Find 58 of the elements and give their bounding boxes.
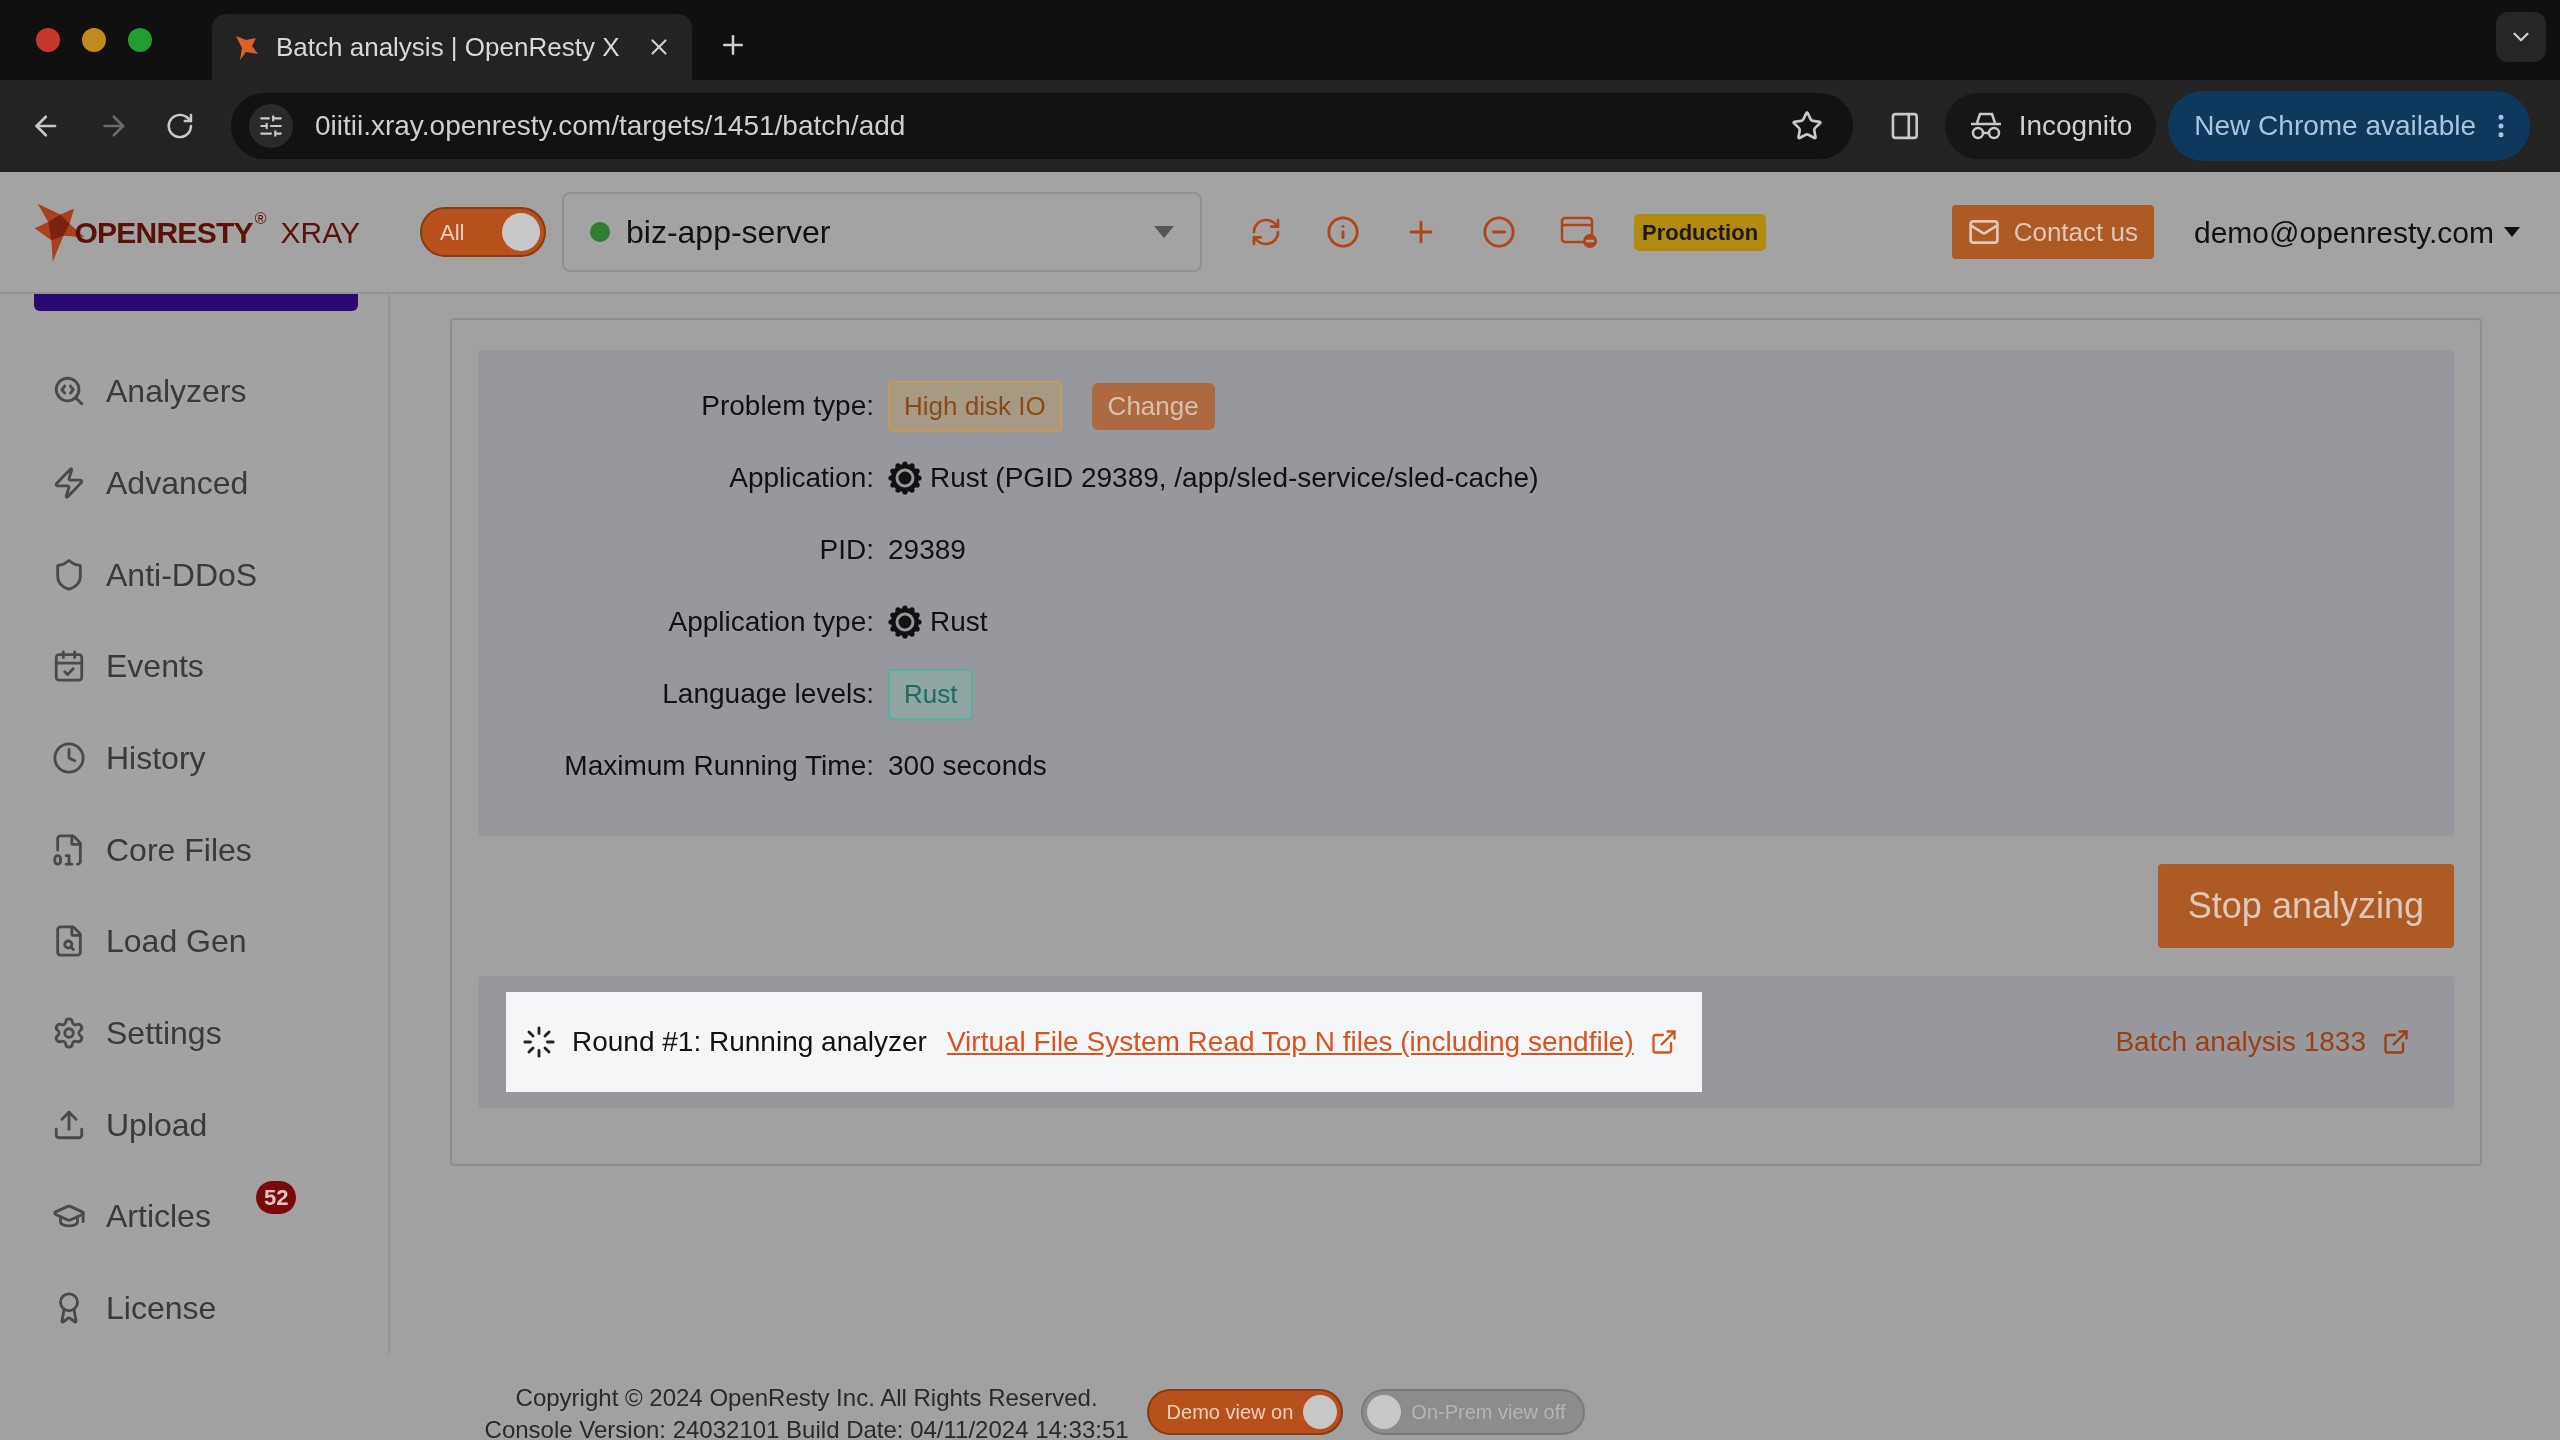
server-select[interactable]: biz-app-server	[562, 192, 1202, 272]
bookmark-star-icon[interactable]	[1791, 110, 1824, 142]
problem-type-tag: High disk IO	[888, 380, 1062, 432]
detail-value: Rust (PGID 29389, /app/sled-service/sled-cache)	[930, 461, 1539, 495]
cog-icon	[888, 461, 922, 495]
openresty-xray-logo[interactable]: OPENRESTY® XRAY	[30, 187, 360, 277]
update-chrome-button[interactable]: New Chrome available	[2168, 91, 2530, 161]
language-tag: Rust	[888, 668, 974, 720]
view-toggle[interactable]: Demo view on	[1146, 1389, 1344, 1435]
sidebar-item[interactable]: Core Files	[34, 803, 334, 896]
sidebar-item[interactable]: Advanced	[34, 437, 334, 529]
sidebar-item[interactable]: Anti-DDoS	[34, 528, 334, 621]
sidebar-item[interactable]: Settings	[34, 987, 334, 1079]
incognito-icon	[1968, 111, 2003, 141]
detail-label: Maximum Running Time:	[563, 749, 875, 783]
sidebar-item[interactable]: License	[34, 1262, 334, 1354]
contact-button[interactable]: Contact us	[1951, 205, 2154, 259]
user-menu[interactable]: demo@openresty.com	[2193, 209, 2520, 255]
detail-label: PID:	[818, 533, 875, 567]
bolt-icon	[52, 465, 86, 500]
detail-value: Rust	[930, 605, 988, 639]
caret-icon	[2504, 227, 2520, 237]
detail-label: Problem type:	[700, 389, 875, 423]
tab-list-button[interactable]	[2496, 12, 2546, 62]
stop-analyzing-button[interactable]: Stop analyzing	[2157, 864, 2454, 948]
batch-analysis-link[interactable]: Batch analysis 1833	[2115, 1021, 2366, 1063]
reload-icon[interactable]	[165, 111, 195, 141]
calendar-icon	[52, 649, 86, 684]
version-text: Console Version: 24032101 Build Date: 04/11/2024 14:33:51	[484, 1416, 1129, 1440]
detail-label: Language levels:	[661, 677, 875, 711]
incognito-chip[interactable]: Incognito	[1944, 93, 2157, 159]
round-status: Round #1: Running analyzer	[572, 1025, 927, 1059]
change-button[interactable]: Change	[1091, 382, 1215, 430]
detail-label: Application:	[728, 461, 875, 495]
sidebar-item[interactable]: Analyzers	[34, 345, 334, 438]
detail-label: Application type:	[667, 605, 875, 639]
copyright-text: Copyright © 2024 OpenResty Inc. All Rights Reserved.	[515, 1383, 1098, 1413]
clock-icon	[52, 740, 86, 775]
site-settings-icon[interactable]	[257, 113, 284, 139]
sidebar-item[interactable]: Upload	[34, 1078, 334, 1171]
environment-badge: Production	[1634, 213, 1767, 251]
caret-icon	[1154, 226, 1174, 238]
settings-icon	[52, 1016, 86, 1051]
sidebar-item[interactable]: Load Gen	[34, 895, 334, 988]
analyzer-link[interactable]: Virtual File System Read Top N files (including sendfile)	[946, 1021, 1634, 1063]
sidebar-item[interactable]: History	[34, 712, 334, 804]
spinner-icon	[522, 1025, 556, 1059]
browser-tab[interactable]: Batch analysis | OpenResty X	[212, 14, 692, 80]
address-bar[interactable]: 0iitii.xray.openresty.com/targets/1451/batch/add	[230, 93, 1854, 159]
cog-icon	[888, 605, 922, 639]
side-panel-icon[interactable]	[1889, 110, 1921, 142]
detail-value: 29389	[888, 533, 966, 567]
sidebar-item[interactable]: Events	[34, 620, 334, 713]
scope-toggle[interactable]: All	[420, 207, 546, 257]
sidebar-item[interactable]: Articles 52	[34, 1170, 334, 1263]
detail-value: 300 seconds	[888, 749, 1047, 783]
external-link-icon[interactable]	[1649, 1028, 1678, 1056]
count-badge: 52	[256, 1180, 297, 1214]
